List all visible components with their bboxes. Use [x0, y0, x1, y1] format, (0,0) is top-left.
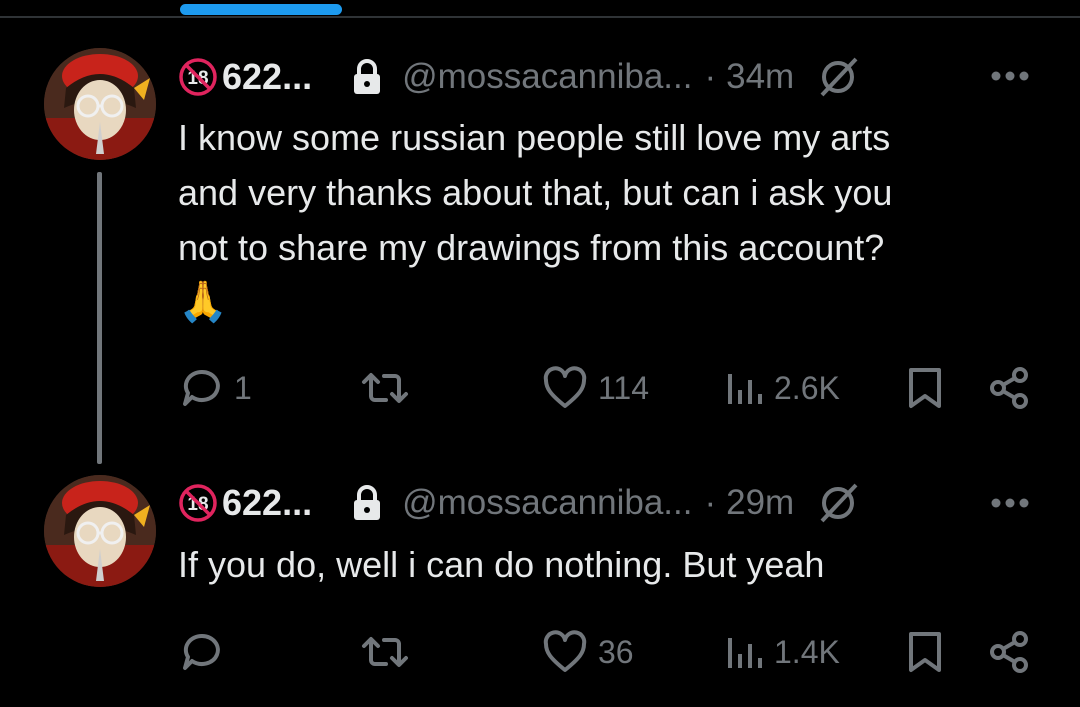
share-icon: [990, 631, 1028, 673]
text-line: I know some russian people still love my…: [178, 117, 891, 158]
action-bar: 36 1.4K: [0, 627, 1080, 677]
like-icon: [543, 366, 587, 408]
avatar[interactable]: [44, 475, 156, 587]
handle[interactable]: @mossacanniba...: [402, 57, 692, 97]
divider: [0, 16, 1080, 18]
timestamp[interactable]: 34m: [726, 57, 794, 97]
reply-button[interactable]: 1: [180, 363, 252, 413]
display-name[interactable]: 622...: [222, 482, 312, 524]
bookmark-icon: [909, 632, 941, 672]
retweet-button[interactable]: [358, 363, 422, 413]
share-button[interactable]: [988, 363, 1030, 413]
share-icon: [990, 367, 1028, 409]
more-icon[interactable]: [990, 70, 1030, 82]
like-count: 36: [598, 633, 634, 670]
like-icon: [543, 630, 587, 672]
view-count: 2.6K: [774, 369, 840, 406]
views-button[interactable]: 2.6K: [724, 363, 840, 413]
reply-count: 1: [234, 369, 252, 406]
views-icon: [728, 638, 762, 668]
text-line: and very thanks about that, but can i as…: [178, 172, 893, 213]
view-count: 1.4K: [774, 633, 840, 670]
bookmark-button[interactable]: [906, 363, 944, 413]
retweet-button[interactable]: [358, 627, 422, 677]
tweet-header: 18 622... @mossacanniba... · 29m: [178, 478, 860, 528]
reply-icon: [183, 633, 220, 670]
text-line: If you do, well i can do nothing. But ye…: [178, 544, 825, 585]
like-button[interactable]: 114: [542, 363, 649, 413]
text-line: not to share my drawings from this accou…: [178, 227, 885, 268]
action-bar: 1 114 2.6K: [0, 363, 1080, 413]
more-icon[interactable]: [990, 497, 1030, 509]
tab-indicator: [180, 4, 342, 15]
tweet-header: 18 622... @mossacanniba... · 34m: [178, 52, 860, 102]
lock-icon: [354, 59, 381, 94]
tweet-text: I know some russian people still love my…: [178, 110, 1038, 330]
reply-button[interactable]: [180, 627, 234, 677]
views-icon: [728, 374, 762, 404]
no-18-badge-icon: 18: [179, 484, 217, 522]
like-count: 114: [598, 369, 650, 406]
grok-icon[interactable]: [816, 481, 860, 525]
separator: ·: [704, 57, 717, 96]
grok-icon[interactable]: [816, 55, 860, 99]
pray-emoji: 🙏: [178, 280, 228, 324]
lock-icon: [354, 485, 381, 520]
bookmark-button[interactable]: [906, 627, 944, 677]
bookmark-icon: [909, 368, 941, 408]
views-button[interactable]: 1.4K: [724, 627, 840, 677]
retweet-icon: [362, 637, 408, 667]
timestamp[interactable]: 29m: [726, 483, 794, 523]
retweet-icon: [362, 373, 408, 403]
tweet-text: If you do, well i can do nothing. But ye…: [178, 537, 1038, 592]
handle[interactable]: @mossacanniba...: [402, 483, 692, 523]
display-name[interactable]: 622...: [222, 56, 312, 98]
separator: ·: [704, 483, 717, 522]
like-button[interactable]: 36: [542, 627, 634, 677]
avatar[interactable]: [44, 48, 156, 160]
thread-connector: [97, 172, 102, 464]
no-18-badge-icon: 18: [179, 58, 217, 96]
share-button[interactable]: [988, 627, 1030, 677]
reply-icon: [183, 369, 220, 406]
